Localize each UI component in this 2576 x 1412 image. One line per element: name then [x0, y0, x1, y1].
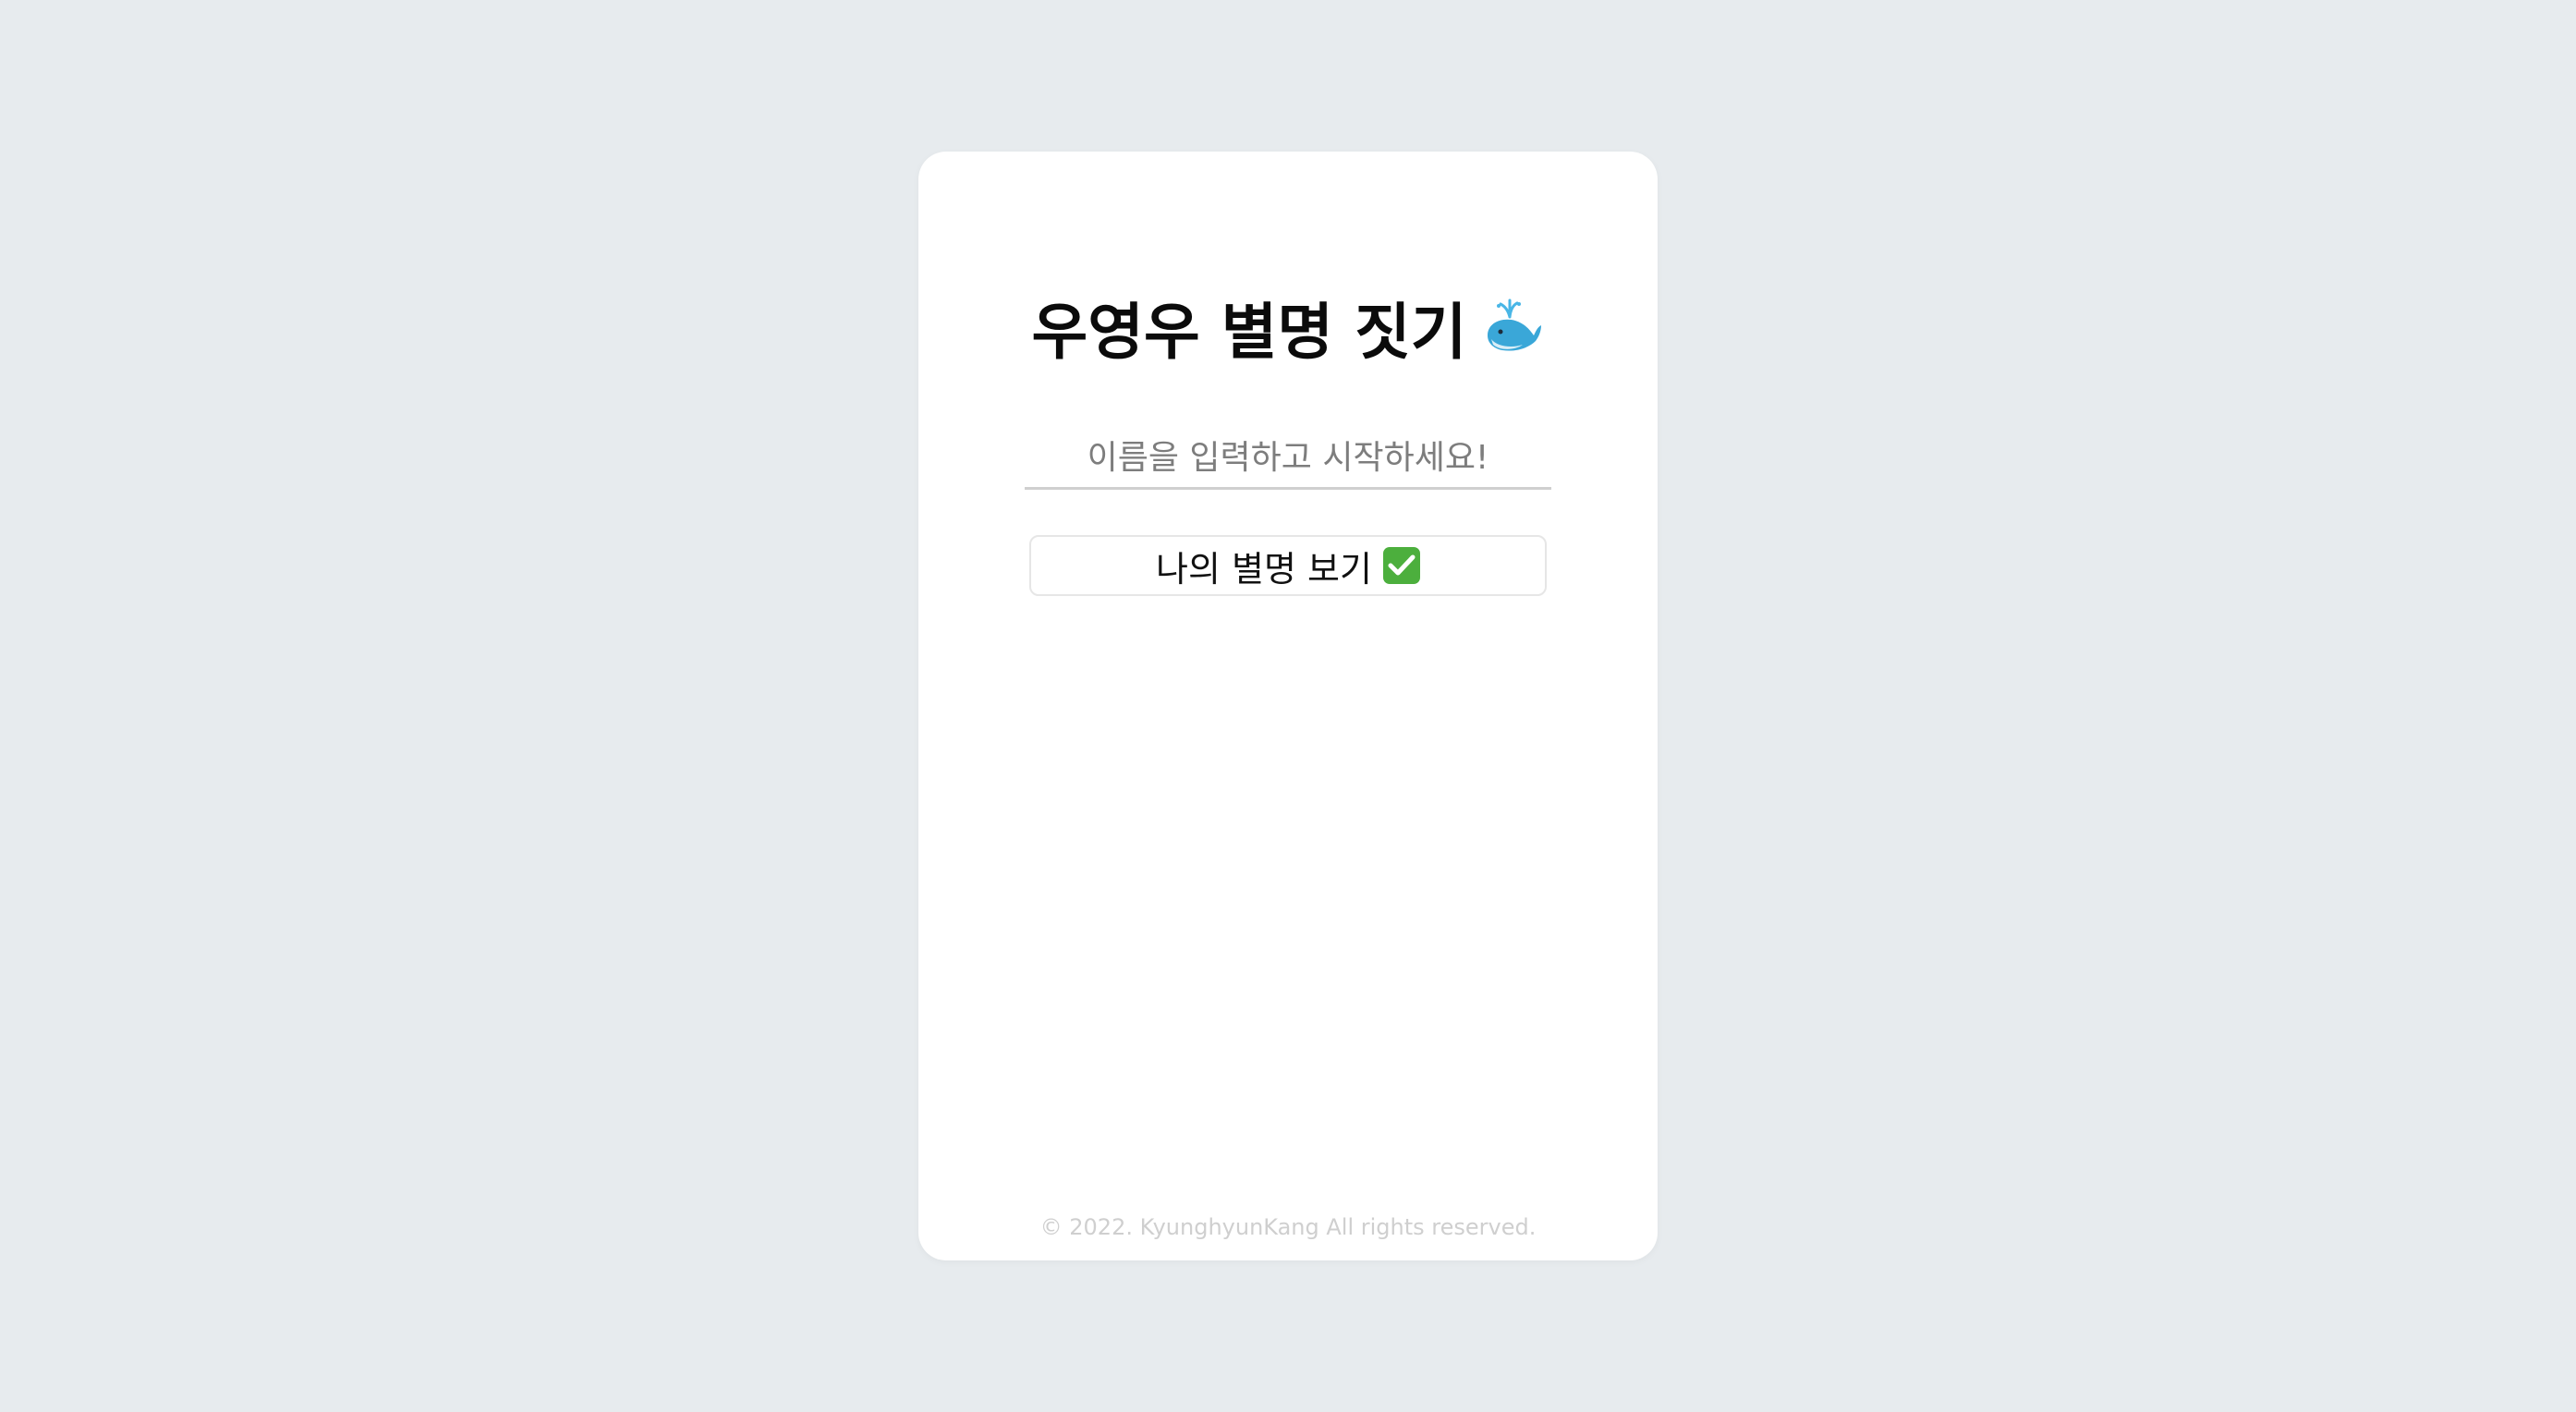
name-field: [1025, 429, 1551, 493]
main-card: 우영우 별명 짓기 나의 별명 보기: [918, 152, 1658, 1260]
name-input[interactable]: [1025, 429, 1551, 490]
show-nickname-button[interactable]: 나의 별명 보기: [1029, 535, 1547, 596]
title-text: 우영우 별명 짓기: [1031, 297, 1467, 368]
whale-icon: [1480, 295, 1545, 359]
show-nickname-label: 나의 별명 보기: [1156, 548, 1372, 590]
page-title: 우영우 별명 짓기: [918, 276, 1658, 378]
page: 우영우 별명 짓기 나의 별명 보기: [0, 0, 2576, 1412]
check-mark-icon: [1382, 547, 1420, 584]
copyright-footer: © 2022. KyunghyunKang All rights reserve…: [1039, 1214, 1537, 1240]
